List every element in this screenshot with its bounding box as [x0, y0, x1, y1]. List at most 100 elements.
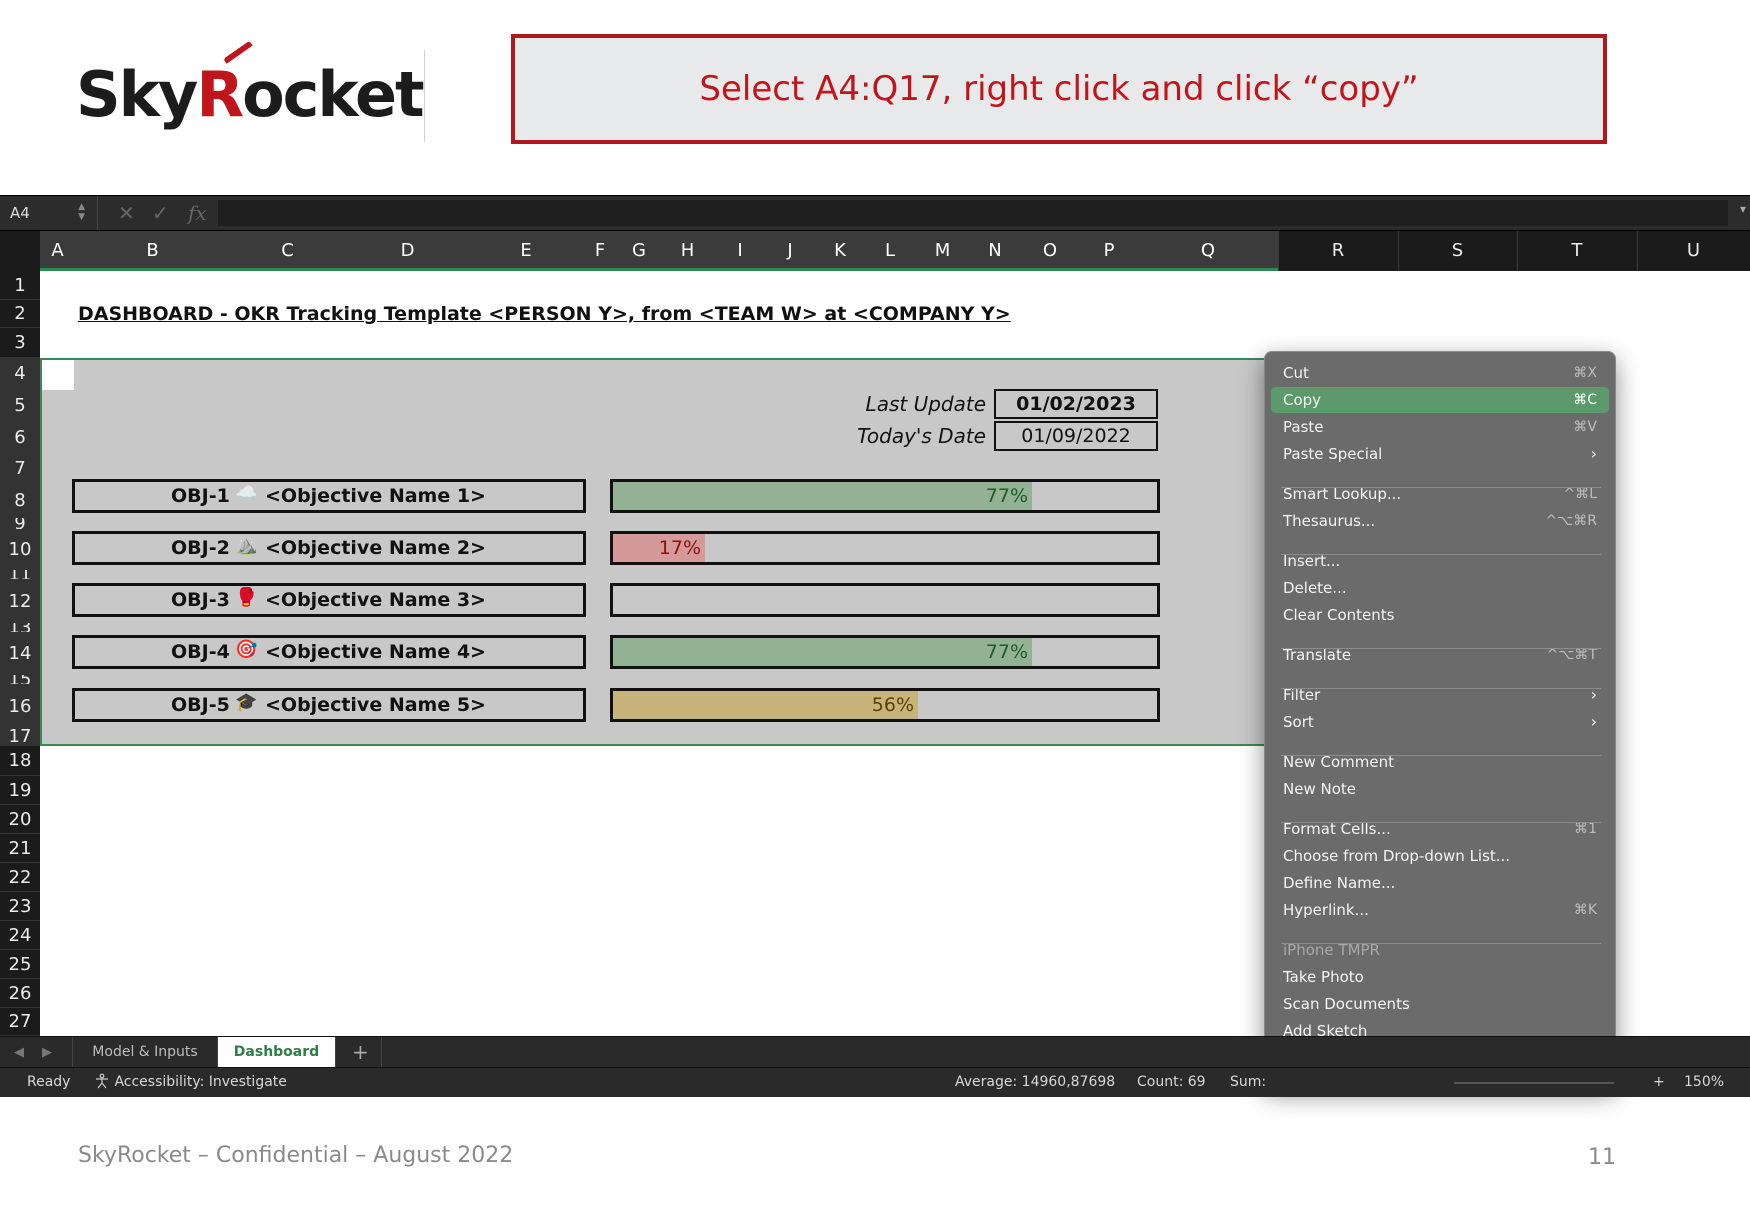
confirm-icon[interactable]: ✓ [152, 196, 169, 230]
objective-1-box[interactable]: OBJ-1 ☁️ <Objective Name 1> [72, 479, 586, 513]
column-header-q[interactable]: Q [1138, 231, 1278, 271]
column-header-t[interactable]: T [1517, 231, 1637, 271]
tab-model-inputs[interactable]: Model & Inputs [72, 1037, 218, 1067]
column-header-h[interactable]: H [660, 231, 715, 271]
row-header-4[interactable]: 4 [0, 358, 40, 390]
row-header-8[interactable]: 8 [0, 484, 40, 518]
column-header-c[interactable]: C [230, 231, 345, 271]
menu-item-scan-documents[interactable]: Scan Documents [1271, 991, 1609, 1017]
objective-2-box[interactable]: OBJ-2 ⛰️ <Objective Name 2> [72, 531, 586, 565]
menu-item-translate[interactable]: Translate ^⌥⌘T [1271, 642, 1609, 668]
active-cell-a4[interactable] [42, 360, 74, 390]
objective-3-progress-bar[interactable] [610, 583, 1160, 617]
menu-item-new-note[interactable]: New Note [1271, 776, 1609, 802]
zoom-slider[interactable] [1454, 1082, 1614, 1084]
row-header-9[interactable]: 9 [0, 518, 40, 530]
objective-5-box[interactable]: OBJ-5 🎓 <Objective Name 5> [72, 688, 586, 722]
objective-5-progress-bar[interactable]: 56% [610, 688, 1160, 722]
column-header-l[interactable]: L [865, 231, 915, 271]
column-header-n[interactable]: N [970, 231, 1020, 271]
todays-date-value[interactable]: 01/09/2022 [994, 421, 1158, 451]
row-header-20[interactable]: 20 [0, 805, 40, 834]
column-header-i[interactable]: I [715, 231, 765, 271]
row-header-11[interactable]: 11 [0, 570, 40, 580]
row-header-16[interactable]: 16 [0, 685, 40, 728]
row-header-17[interactable]: 17 [0, 728, 40, 746]
column-header-d[interactable]: D [345, 231, 470, 271]
row-header-2[interactable]: 2 [0, 300, 40, 328]
row-header-24[interactable]: 24 [0, 921, 40, 950]
name-box-stepper-icon[interactable]: ▲ ▼ [78, 202, 85, 222]
name-box[interactable]: A4 ▲ ▼ [0, 196, 98, 230]
column-header-u[interactable]: U [1637, 231, 1750, 271]
menu-item-format-cells[interactable]: Format Cells... ⌘1 [1271, 816, 1609, 842]
tab-prev-icon[interactable]: ◀ [14, 1037, 24, 1068]
menu-item-delete[interactable]: Delete... [1271, 575, 1609, 601]
row-header-22[interactable]: 22 [0, 863, 40, 892]
row-header-27[interactable]: 27 [0, 1008, 40, 1036]
column-header-o[interactable]: O [1020, 231, 1080, 271]
column-header-j[interactable]: J [765, 231, 815, 271]
cancel-icon[interactable]: ✕ [118, 196, 135, 230]
objective-3-box[interactable]: OBJ-3 🥊 <Objective Name 3> [72, 583, 586, 617]
menu-item-copy[interactable]: Copy ⌘C [1271, 387, 1609, 413]
menu-item-cut[interactable]: Cut ⌘X [1271, 360, 1609, 386]
column-header-k[interactable]: K [815, 231, 865, 271]
column-header-m[interactable]: M [915, 231, 970, 271]
row-header-19[interactable]: 19 [0, 776, 40, 805]
row-header-1[interactable]: 1 [0, 271, 40, 300]
fx-icon[interactable]: fx [188, 196, 207, 230]
menu-item-new-comment[interactable]: New Comment [1271, 749, 1609, 775]
column-divider [1517, 231, 1518, 271]
row-header-13[interactable]: 13 [0, 623, 40, 633]
menu-item-clear-contents[interactable]: Clear Contents [1271, 602, 1609, 628]
formula-expand-icon[interactable]: ▾ [1740, 202, 1746, 216]
add-sheet-button[interactable]: + [336, 1037, 382, 1067]
row-header-23[interactable]: 23 [0, 892, 40, 921]
objective-1-progress-bar[interactable]: 77% [610, 479, 1160, 513]
objective-4-box[interactable]: OBJ-4 🎯 <Objective Name 4> [72, 635, 586, 669]
tab-dashboard[interactable]: Dashboard [218, 1037, 336, 1067]
column-header-f[interactable]: F [582, 231, 618, 271]
column-header-p[interactable]: P [1080, 231, 1138, 271]
menu-item-choose-from-drop-down-list[interactable]: Choose from Drop-down List... [1271, 843, 1609, 869]
column-divider [1398, 231, 1399, 271]
row-header-5[interactable]: 5 [0, 390, 40, 422]
row-header-25[interactable]: 25 [0, 950, 40, 979]
row-header-3[interactable]: 3 [0, 328, 40, 358]
menu-item-take-photo[interactable]: Take Photo [1271, 964, 1609, 990]
menu-item-sort[interactable]: Sort › [1271, 709, 1609, 735]
menu-item-paste[interactable]: Paste ⌘V [1271, 414, 1609, 440]
row-header-7[interactable]: 7 [0, 454, 40, 484]
row-header-15[interactable]: 15 [0, 675, 40, 685]
zoom-in-icon[interactable]: + [1653, 1068, 1665, 1097]
row-header-6[interactable]: 6 [0, 422, 40, 454]
column-header-e[interactable]: E [470, 231, 582, 271]
row-header-26[interactable]: 26 [0, 979, 40, 1008]
column-header-s[interactable]: S [1398, 231, 1517, 271]
row-header-18[interactable]: 18 [0, 746, 40, 776]
menu-item-smart-lookup[interactable]: Smart Lookup... ^⌘L [1271, 481, 1609, 507]
menu-item-paste-special[interactable]: Paste Special › [1271, 441, 1609, 467]
row-header-14[interactable]: 14 [0, 633, 40, 675]
menu-item-define-name[interactable]: Define Name... [1271, 870, 1609, 896]
column-header-r[interactable]: R [1278, 231, 1398, 271]
formula-input[interactable] [218, 200, 1728, 226]
row-header-10[interactable]: 10 [0, 530, 40, 570]
row-header-21[interactable]: 21 [0, 834, 40, 863]
tab-next-icon[interactable]: ▶ [42, 1037, 52, 1068]
menu-item-filter[interactable]: Filter › [1271, 682, 1609, 708]
menu-item-hyperlink[interactable]: Hyperlink... ⌘K [1271, 897, 1609, 923]
accessibility-status[interactable]: Accessibility: Investigate [94, 1068, 287, 1097]
last-update-value[interactable]: 01/02/2023 [994, 389, 1158, 419]
row-header-12[interactable]: 12 [0, 580, 40, 623]
column-header-a[interactable]: A [40, 231, 75, 271]
zoom-level[interactable]: 150% [1684, 1068, 1724, 1097]
column-header-b[interactable]: B [75, 231, 230, 271]
menu-item-insert[interactable]: Insert... [1271, 548, 1609, 574]
select-all-corner[interactable] [0, 231, 41, 271]
objective-4-progress-bar[interactable]: 77% [610, 635, 1160, 669]
menu-item-thesaurus[interactable]: Thesaurus... ^⌥⌘R [1271, 508, 1609, 534]
objective-2-progress-bar[interactable]: 17% [610, 531, 1160, 565]
column-header-g[interactable]: G [618, 231, 660, 271]
